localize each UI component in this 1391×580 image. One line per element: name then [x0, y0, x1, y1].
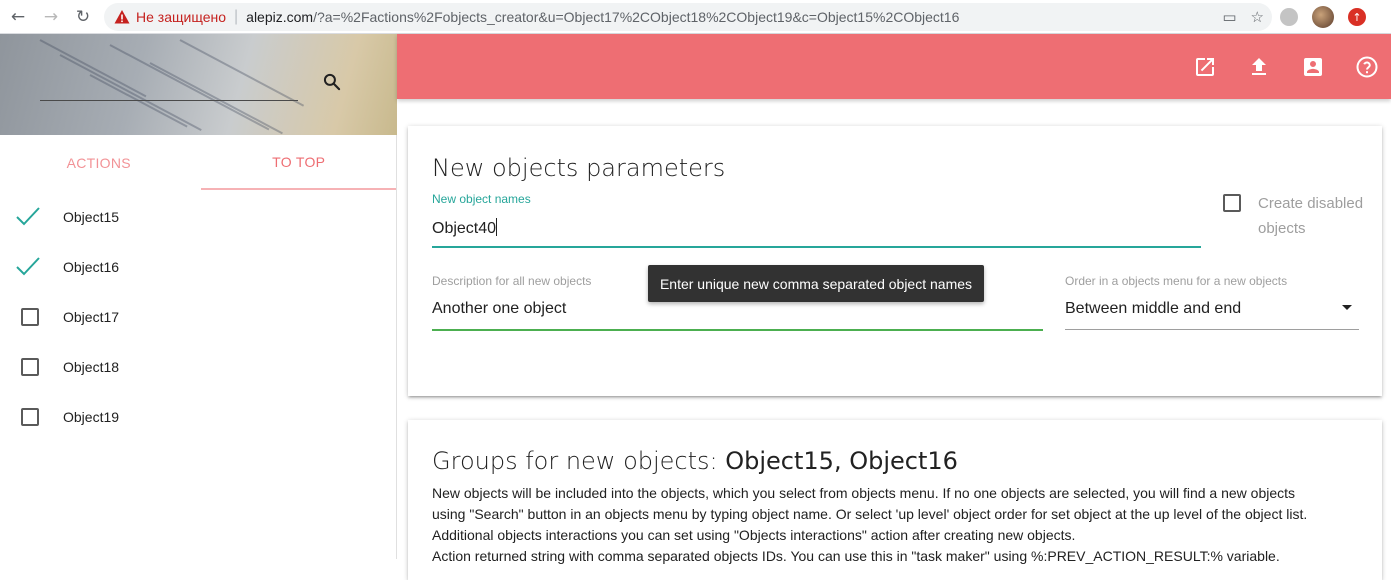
object-checkbox[interactable]	[0, 358, 62, 376]
list-item[interactable]: Object15	[0, 192, 396, 242]
order-select-label: Order in a objects menu for a new object…	[1065, 274, 1288, 288]
description-line: using "Search" button in an objects menu…	[432, 506, 1308, 522]
bookmark-star-icon[interactable]: ☆	[1251, 8, 1264, 26]
groups-title-objects: Object15, Object16	[725, 447, 958, 475]
list-item[interactable]: Object18	[0, 342, 396, 392]
groups-description: New objects will be included into the ob…	[432, 483, 1362, 567]
back-button[interactable]: ←	[2, 0, 34, 34]
code-decoration	[39, 39, 147, 98]
code-decoration	[149, 62, 283, 135]
forward-button[interactable]: →	[35, 0, 67, 34]
search-icon[interactable]	[322, 72, 342, 92]
reload-button[interactable]: ↻	[67, 0, 99, 34]
url-text[interactable]: alepiz.com/?a=%2Factions%2Fobjects_creat…	[246, 9, 959, 25]
extension-icon[interactable]	[1280, 8, 1298, 26]
names-field-underline	[432, 246, 1201, 248]
tab-to-top[interactable]: TO TOP	[201, 135, 396, 190]
tab-actions[interactable]: ACTIONS	[0, 135, 197, 190]
description-field[interactable]: Another one object	[432, 300, 566, 318]
description-line: Action returned string with comma separa…	[432, 548, 1280, 564]
omnibox-actions: ▭ ☆	[1222, 3, 1264, 31]
checkmark-icon	[16, 207, 40, 226]
object-label: Object17	[63, 309, 120, 325]
description-field-underline	[432, 329, 1043, 331]
groups-title: Groups for new objects: Object15, Object…	[432, 447, 958, 475]
not-secure-label[interactable]: Не защищено	[136, 9, 226, 25]
url-path: /?a=%2Factions%2Fobjects_creator&u=Objec…	[313, 9, 960, 25]
list-item[interactable]: Object19	[0, 392, 396, 442]
checkmark-icon	[16, 257, 40, 276]
help-icon[interactable]	[1355, 55, 1379, 79]
names-tooltip: Enter unique new comma separated object …	[648, 265, 984, 302]
object-checkbox[interactable]	[0, 257, 62, 277]
description-line: New objects will be included into the ob…	[432, 485, 1296, 501]
object-label: Object15	[63, 209, 120, 225]
code-decoration	[59, 54, 202, 131]
object-label: Object18	[63, 359, 120, 375]
list-item[interactable]: Object16	[0, 242, 396, 292]
parameters-title: New objects parameters	[432, 154, 726, 182]
extensions-area: ↑	[1280, 0, 1366, 34]
open-in-new-icon[interactable]	[1193, 55, 1217, 79]
objects-list: Object15 Object16 Object17 Object18 Obje…	[0, 190, 396, 442]
object-search-input[interactable]	[40, 100, 298, 101]
object-checkbox[interactable]	[0, 408, 62, 426]
names-field-label: New object names	[432, 192, 531, 206]
object-label: Object19	[63, 409, 120, 425]
install-app-icon[interactable]: ▭	[1222, 8, 1236, 26]
sidebar-tabs: ACTIONS TO TOP	[0, 135, 396, 190]
groups-card: Groups for new objects: Object15, Object…	[408, 420, 1382, 580]
names-field[interactable]: Object40	[432, 218, 498, 238]
object-checkbox[interactable]	[0, 207, 62, 227]
browser-toolbar: ← → ↻ Не защищено | alepiz.com/?a=%2Fact…	[0, 0, 1391, 34]
warning-icon	[114, 9, 130, 25]
address-separator: |	[234, 8, 239, 25]
description-line: Additional objects interactions you can …	[432, 527, 1076, 543]
sidebar-header-image	[0, 34, 397, 135]
order-select-underline	[1065, 329, 1359, 330]
update-icon[interactable]: ↑	[1348, 8, 1366, 26]
list-item[interactable]: Object17	[0, 292, 396, 342]
code-decoration	[109, 44, 270, 131]
upload-icon[interactable]	[1247, 55, 1271, 79]
create-disabled-label[interactable]: Create disabled objects	[1258, 191, 1368, 241]
action-toolbar	[397, 34, 1391, 99]
address-bar[interactable]: Не защищено | alepiz.com/?a=%2Factions%2…	[104, 3, 1272, 31]
order-select[interactable]: Between middle and end	[1065, 300, 1241, 318]
dropdown-arrow-icon[interactable]	[1342, 305, 1352, 310]
code-decoration	[179, 39, 305, 107]
profile-avatar[interactable]	[1312, 6, 1334, 28]
text-caret	[496, 218, 498, 236]
parameters-card: New objects parameters New object names …	[408, 126, 1382, 396]
objects-sidebar: ACTIONS TO TOP Object15 Object16 Object1…	[0, 34, 397, 559]
checkbox-box	[21, 308, 39, 326]
url-host: alepiz.com	[246, 9, 314, 25]
groups-title-prefix: Groups for new objects:	[432, 447, 726, 475]
checkbox-box	[21, 408, 39, 426]
checkbox-box	[21, 358, 39, 376]
description-field-label: Description for all new objects	[432, 274, 592, 288]
create-disabled-checkbox[interactable]	[1223, 194, 1241, 212]
object-checkbox[interactable]	[0, 308, 62, 326]
account-box-icon[interactable]	[1301, 55, 1325, 79]
names-field-value: Object40	[432, 220, 497, 237]
object-label: Object16	[63, 259, 120, 275]
